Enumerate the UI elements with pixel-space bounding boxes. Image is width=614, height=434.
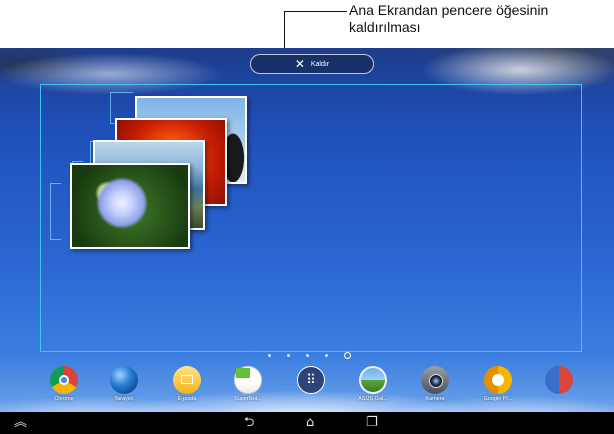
- chrome-icon: [50, 366, 78, 394]
- mail-icon: [173, 366, 201, 394]
- callout-leader-line: [284, 11, 347, 12]
- page-dot: [287, 354, 290, 357]
- close-icon: ✕: [294, 57, 305, 71]
- back-icon[interactable]: ⮌: [244, 415, 254, 431]
- app-play-music[interactable]: Google Pl...: [468, 360, 528, 402]
- app-label: SuperNot...: [234, 396, 262, 402]
- camera-icon: [421, 366, 449, 394]
- app-gallery[interactable]: ASUS Gal...: [343, 360, 403, 402]
- app-supernote[interactable]: SuperNot...: [218, 360, 278, 402]
- globe-icon: [110, 366, 138, 394]
- stack-outline: [50, 183, 61, 240]
- notes-icon: [234, 366, 262, 394]
- app-browser[interactable]: Tarayıcı: [94, 360, 154, 402]
- app-label: Kamera: [425, 396, 445, 402]
- hide-bar-icon[interactable]: ︽: [14, 415, 27, 431]
- apps-grid-icon: ⠿: [297, 366, 325, 394]
- app-label: ASUS Gal...: [358, 396, 388, 402]
- app-label: Chrome: [54, 396, 74, 402]
- page-indicator: [268, 352, 351, 359]
- app-google-folder[interactable]: [529, 360, 589, 396]
- home-screen: ✕ Kaldır Chrome Tarayıcı E-posta SuperNo: [0, 48, 614, 434]
- page-dot: [306, 354, 309, 357]
- annotation-callout: Ana Ekrandan pencere öğesinin kaldırılma…: [349, 2, 549, 35]
- remove-label: Kaldır: [310, 60, 330, 68]
- app-camera[interactable]: Kamera: [405, 360, 465, 402]
- app-label: E-posta: [177, 396, 197, 402]
- gallery-widget-photo[interactable]: [70, 163, 190, 249]
- app-chrome[interactable]: Chrome: [34, 360, 94, 402]
- app-drawer-button[interactable]: ⠿: [281, 360, 341, 396]
- app-label: Google Pl...: [483, 396, 513, 402]
- google-apps-icon: [545, 366, 573, 394]
- recent-apps-icon[interactable]: ❐: [366, 415, 378, 431]
- home-icon[interactable]: ⌂: [306, 415, 314, 431]
- page-dot: [268, 354, 271, 357]
- app-dock: Chrome Tarayıcı E-posta SuperNot... ⠿ AS…: [0, 360, 614, 412]
- page-dot-current: [344, 352, 351, 359]
- system-navigation-bar: ︽ ⮌ ⌂ ❐: [0, 412, 614, 434]
- page-dot: [325, 354, 328, 357]
- gallery-icon: [359, 366, 387, 394]
- remove-drop-target[interactable]: ✕ Kaldır: [250, 54, 374, 74]
- app-label: Tarayıcı: [114, 396, 134, 402]
- app-email[interactable]: E-posta: [157, 360, 217, 402]
- music-icon: [484, 366, 512, 394]
